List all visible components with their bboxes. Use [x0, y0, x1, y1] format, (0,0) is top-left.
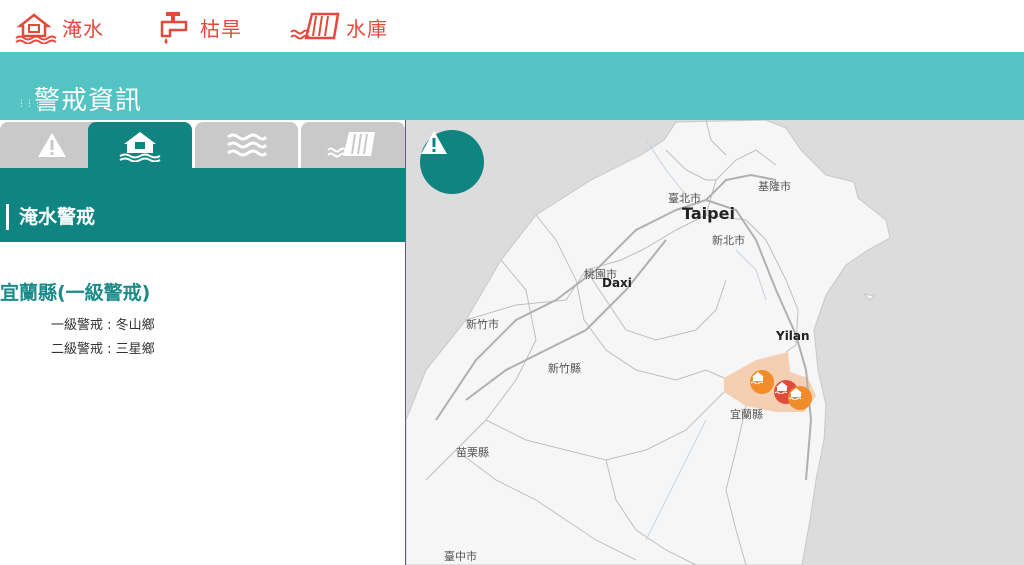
map-label-daxi: Daxi: [602, 276, 632, 290]
map-label-newtaipei: 新北市: [712, 234, 745, 247]
tab-flood[interactable]: [88, 122, 192, 168]
waves-icon: [226, 133, 267, 157]
map-alert-button[interactable]: [420, 130, 484, 194]
map-label-keelung: 基隆市: [758, 180, 791, 193]
map-view[interactable]: 臺北市 Taipei 基隆市 新北市 桃園市 Daxi 新竹市 新竹縣 Yila…: [406, 120, 1024, 565]
page-header: ⋮⋮⋮ 警戒資訊: [0, 52, 1024, 120]
flood-house-icon: [119, 132, 161, 162]
map-label-hsinchu-city: 新竹市: [466, 318, 499, 331]
reservoir-dam-icon: [327, 132, 375, 158]
section-title: 淹水警戒: [6, 204, 95, 230]
nav-flood[interactable]: 淹水: [14, 10, 104, 45]
flood-house-icon: [788, 388, 802, 400]
nav-reservoir[interactable]: 水庫: [290, 10, 388, 44]
map-label-miaoli: 苗栗縣: [456, 446, 489, 459]
nav-reservoir-label: 水庫: [346, 16, 388, 41]
flood-house-icon: [750, 372, 764, 384]
alert-tabs: [0, 122, 405, 168]
top-nav: 淹水 枯旱 水庫: [0, 0, 1024, 52]
taiwan-north-map: [406, 120, 891, 565]
alert-panel: 淹水警戒 宜蘭縣(一級警戒) 一級警戒 : 冬山鄉 二級警戒 : 三星鄉: [0, 120, 406, 565]
map-label-taichung: 臺中市: [444, 550, 477, 563]
warning-icon: [421, 131, 447, 154]
map-label-taipei-en: Taipei: [682, 204, 735, 223]
nav-drought[interactable]: 枯旱: [152, 10, 242, 44]
county-alert-title[interactable]: 宜蘭縣(一級警戒): [0, 278, 150, 305]
alert-level1-line: 一級警戒 : 冬山鄉: [51, 318, 155, 333]
map-label-hsinchu-county: 新竹縣: [548, 362, 581, 375]
map-label-yilan-en: Yilan: [776, 329, 810, 343]
page-title: 警戒資訊: [34, 86, 143, 116]
alert-level2-line: 二級警戒 : 三星鄉: [51, 342, 155, 357]
flood-marker-level2-b[interactable]: [788, 386, 812, 410]
flood-marker-level2[interactable]: [750, 370, 774, 394]
tab-waves[interactable]: [195, 122, 298, 168]
flood-house-icon: [14, 10, 58, 45]
tab-reservoir[interactable]: [301, 122, 405, 168]
map-label-yilan-zh: 宜蘭縣: [730, 408, 763, 421]
nav-drought-label: 枯旱: [200, 16, 242, 41]
faucet-drought-icon: [152, 10, 196, 44]
warning-icon: [37, 133, 66, 157]
reservoir-dam-icon: [290, 10, 342, 44]
nav-flood-label: 淹水: [62, 16, 104, 41]
